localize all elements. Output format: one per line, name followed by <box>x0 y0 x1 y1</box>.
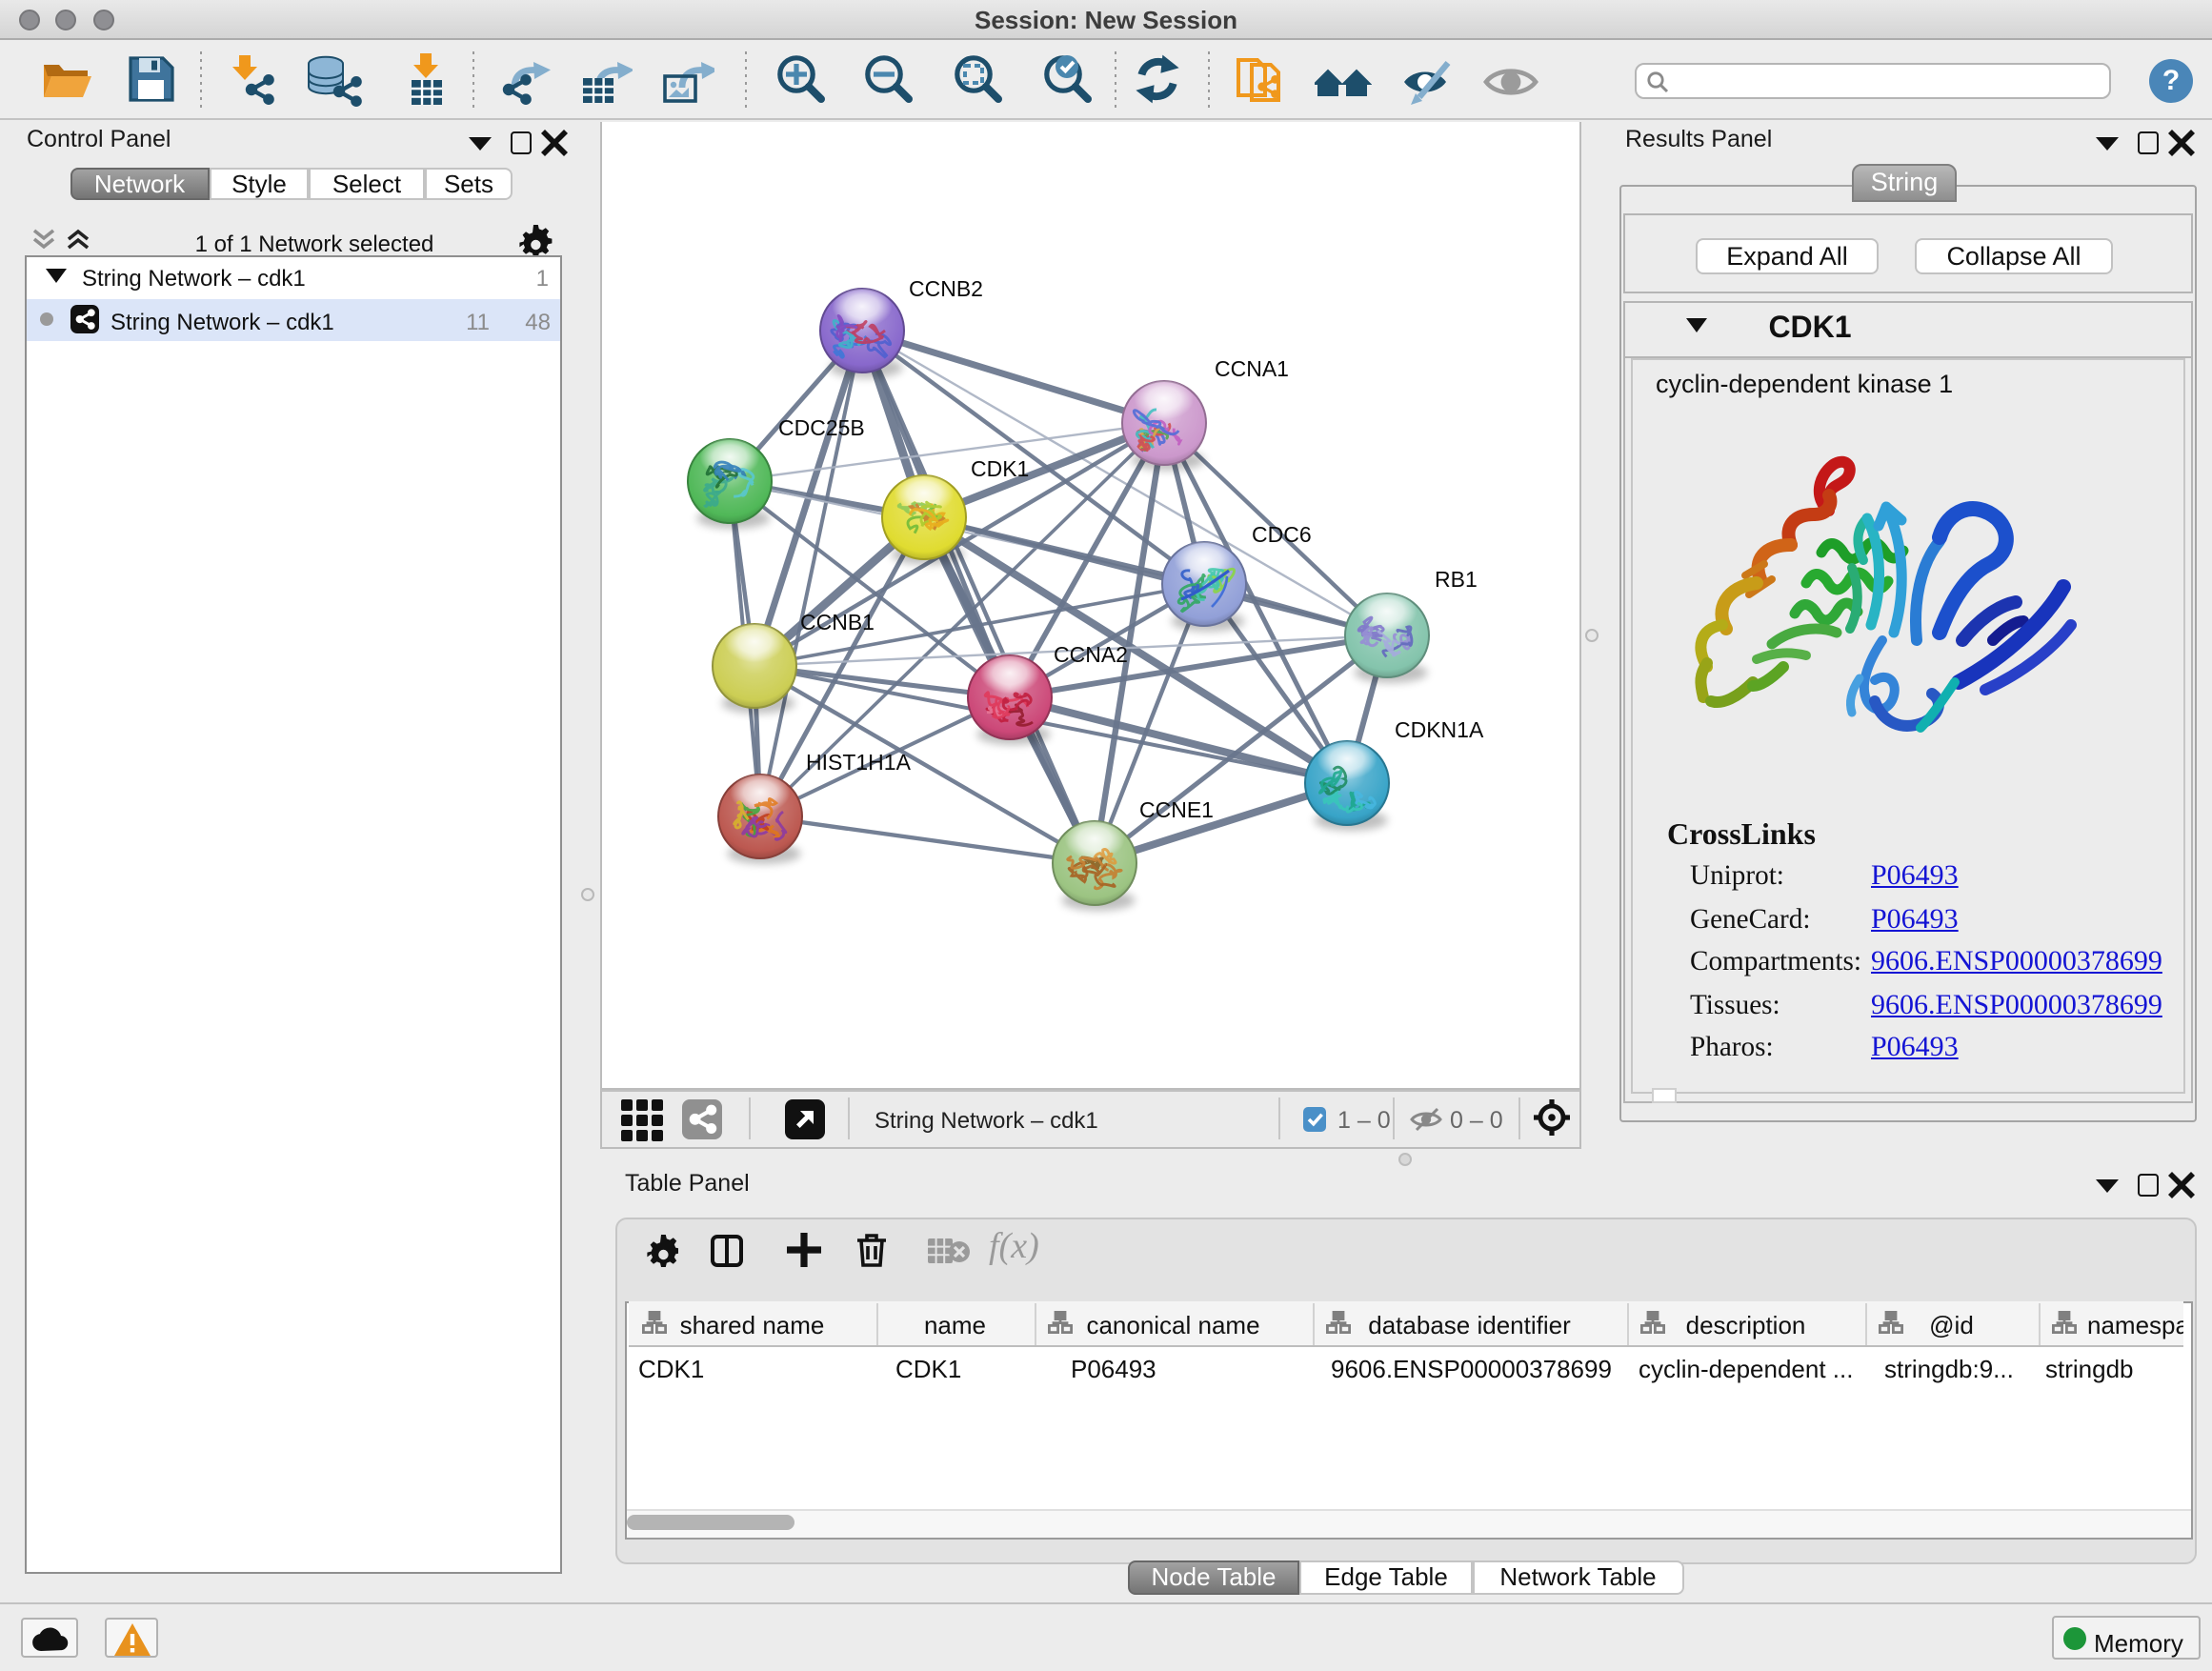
svg-text:CDC25B: CDC25B <box>778 414 865 439</box>
svg-text:CCNA2: CCNA2 <box>1054 641 1128 666</box>
svg-text:HIST1H1A: HIST1H1A <box>806 749 912 774</box>
svg-text:CCNA1: CCNA1 <box>1215 355 1289 380</box>
svg-text:CDK1: CDK1 <box>971 455 1029 480</box>
svg-text:CCNB2: CCNB2 <box>909 275 983 300</box>
svg-text:CCNB1: CCNB1 <box>800 609 875 634</box>
svg-text:CDC6: CDC6 <box>1252 521 1312 546</box>
svg-text:CDKN1A: CDKN1A <box>1395 716 1484 741</box>
svg-text:CCNE1: CCNE1 <box>1139 796 1214 821</box>
svg-text:RB1: RB1 <box>1435 566 1478 591</box>
